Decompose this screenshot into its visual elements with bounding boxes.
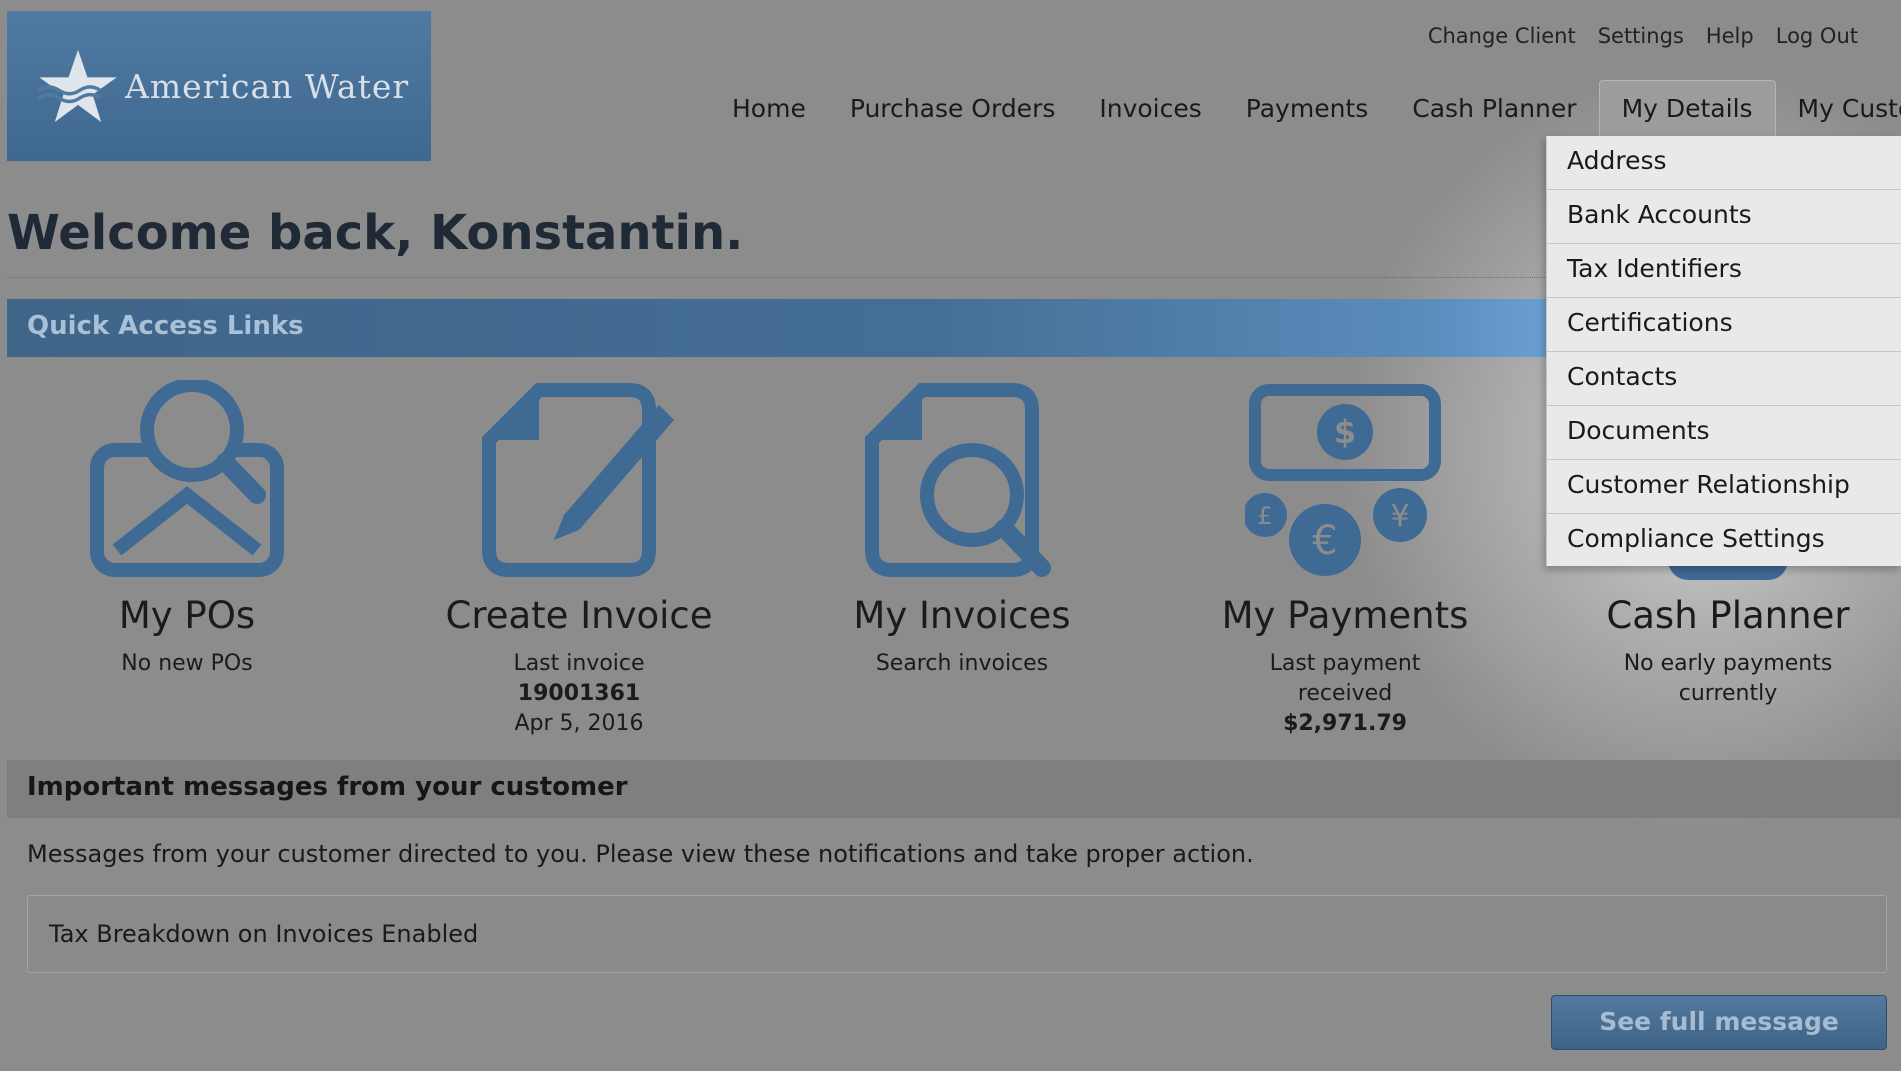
- svg-text:€: €: [1312, 518, 1337, 564]
- main-nav: Home Purchase Orders Invoices Payments C…: [710, 80, 1901, 136]
- tile-title: My Invoices: [853, 594, 1071, 637]
- tile-subtitle: Last invoice 19001361 Apr 5, 2016: [399, 649, 759, 739]
- tile-subtitle: No early payments currently: [1548, 649, 1901, 709]
- last-payment-label-2: received: [1297, 681, 1393, 706]
- dropdown-item-compliance-settings[interactable]: Compliance Settings: [1547, 514, 1901, 568]
- settings-link[interactable]: Settings: [1598, 24, 1684, 48]
- see-full-message-button[interactable]: See full message: [1551, 995, 1887, 1050]
- quick-access-header: Quick Access Links: [7, 299, 1547, 357]
- nav-cash-planner[interactable]: Cash Planner: [1390, 80, 1598, 136]
- tile-title: My Payments: [1221, 594, 1469, 637]
- envelope-search-icon: [90, 380, 284, 577]
- brand-logo[interactable]: American Water: [7, 11, 431, 161]
- welcome-heading: Welcome back, Konstantin.: [7, 205, 744, 261]
- log-out-link[interactable]: Log Out: [1776, 24, 1858, 48]
- cash-planner-sub-1: No early payments: [1623, 651, 1833, 676]
- tile-subtitle: Search invoices: [875, 651, 1049, 676]
- dropdown-item-certifications[interactable]: Certifications: [1547, 298, 1901, 352]
- change-client-link[interactable]: Change Client: [1428, 24, 1576, 48]
- nav-my-customer[interactable]: My Customer: [1776, 80, 1901, 136]
- brand-name: American Water: [125, 66, 410, 106]
- tile-subtitle: Last payment received $2,971.79: [1165, 649, 1525, 739]
- messages-description: Messages from your customer directed to …: [27, 840, 1254, 868]
- messages-header: Important messages from your customer: [7, 760, 1901, 818]
- dropdown-item-documents[interactable]: Documents: [1547, 406, 1901, 460]
- last-invoice-number: 19001361: [517, 681, 641, 706]
- tile-subtitle: No new POs: [121, 651, 253, 676]
- nav-home[interactable]: Home: [710, 80, 828, 136]
- cash-planner-sub-2: currently: [1678, 681, 1778, 706]
- svg-text:¥: ¥: [1390, 499, 1409, 534]
- currency-icon: $ £ € ¥: [1245, 384, 1441, 576]
- svg-text:£: £: [1257, 502, 1272, 530]
- my-details-dropdown: Address Bank Accounts Tax Identifiers Ce…: [1546, 136, 1901, 566]
- tile-my-payments[interactable]: $ £ € ¥ My Payments Last payment receive…: [1165, 380, 1525, 739]
- dropdown-item-contacts[interactable]: Contacts: [1547, 352, 1901, 406]
- dropdown-item-bank-accounts[interactable]: Bank Accounts: [1547, 190, 1901, 244]
- message-item[interactable]: Tax Breakdown on Invoices Enabled: [27, 895, 1887, 973]
- nav-payments[interactable]: Payments: [1224, 80, 1390, 136]
- utility-nav: Change Client Settings Help Log Out: [1428, 24, 1858, 48]
- tile-create-invoice[interactable]: Create Invoice Last invoice 19001361 Apr…: [399, 380, 759, 739]
- nav-invoices[interactable]: Invoices: [1077, 80, 1223, 136]
- help-link[interactable]: Help: [1706, 24, 1754, 48]
- document-pencil-icon: [482, 383, 674, 577]
- star-wave-icon: [37, 49, 117, 123]
- tile-my-invoices[interactable]: My Invoices Search invoices: [782, 380, 1142, 679]
- tile-title: My POs: [118, 594, 256, 637]
- nav-purchase-orders[interactable]: Purchase Orders: [828, 80, 1078, 136]
- tile-title: Cash Planner: [1606, 594, 1850, 637]
- last-invoice-date: Apr 5, 2016: [514, 711, 644, 736]
- last-payment-label-1: Last payment: [1269, 651, 1421, 676]
- dropdown-item-customer-relationship[interactable]: Customer Relationship: [1547, 460, 1901, 514]
- tile-my-pos[interactable]: My POs No new POs: [7, 380, 367, 679]
- dotted-divider: [7, 277, 1607, 278]
- tile-title: Create Invoice: [445, 594, 713, 637]
- svg-text:$: $: [1334, 413, 1356, 451]
- dropdown-item-address[interactable]: Address: [1547, 136, 1901, 190]
- document-search-icon: [865, 383, 1051, 577]
- last-invoice-label: Last invoice: [513, 651, 645, 676]
- nav-my-details[interactable]: My Details: [1598, 80, 1776, 136]
- last-payment-amount: $2,971.79: [1283, 711, 1407, 736]
- dropdown-item-tax-identifiers[interactable]: Tax Identifiers: [1547, 244, 1901, 298]
